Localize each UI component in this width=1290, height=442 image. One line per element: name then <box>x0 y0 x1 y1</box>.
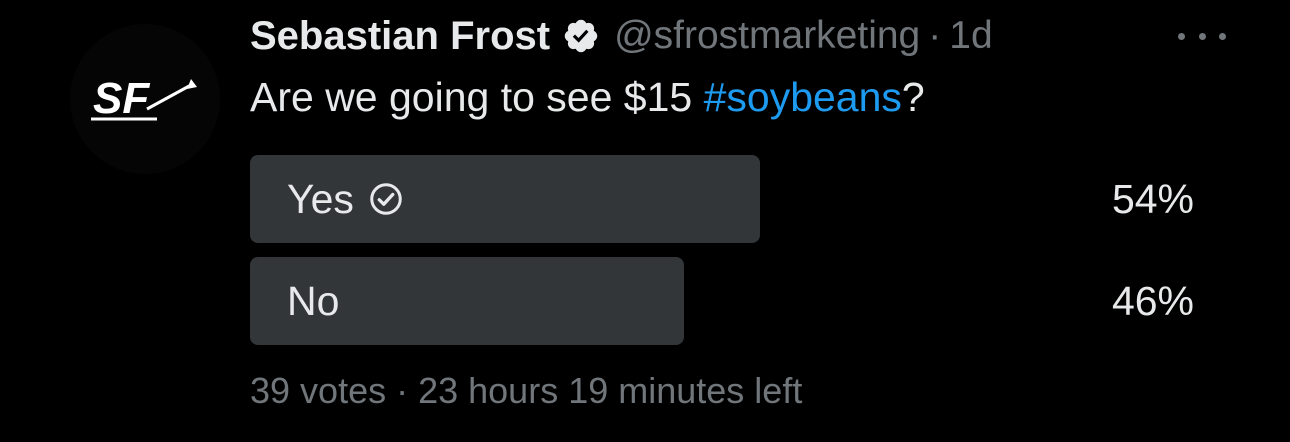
tweet-text-body: Are we going to see $15 <box>250 74 704 120</box>
poll-option-label-container: No <box>287 257 339 345</box>
header-separator: · <box>928 14 942 57</box>
sf-logo-icon: SF <box>91 74 197 123</box>
tweet-header: Sebastian Frost @sfrostmarketing · 1d <box>250 10 1250 62</box>
more-options-icon[interactable] <box>1178 22 1226 50</box>
author-name[interactable]: Sebastian Frost <box>250 14 550 59</box>
poll-option-label-container: Yes <box>287 155 404 243</box>
tweet-age[interactable]: 1d <box>949 14 992 58</box>
poll-option-label: No <box>287 277 340 324</box>
hashtag-link[interactable]: #soybeans <box>704 74 902 120</box>
footer-separator: · <box>396 370 409 411</box>
poll-option: Yes 54% <box>250 155 1194 243</box>
poll-time-left: 23 hours 19 minutes left <box>418 370 803 411</box>
tweet-text-end: ? <box>901 74 925 120</box>
poll-option-percent: 46% <box>1111 277 1194 324</box>
avatar[interactable]: SF <box>70 24 220 174</box>
tweet-text: Are we going to see $15 #soybeans? <box>250 74 925 121</box>
poll-option-label: Yes <box>287 175 354 222</box>
poll-vote-count: 39 votes <box>250 370 387 411</box>
svg-text:SF: SF <box>93 74 150 123</box>
poll-footer: 39 votes · 23 hours 19 minutes left <box>250 370 802 412</box>
check-circle-icon <box>368 181 404 217</box>
verified-badge-icon <box>562 17 600 55</box>
poll-option-percent: 54% <box>1111 175 1194 222</box>
author-handle[interactable]: @sfrostmarketing <box>614 14 920 58</box>
poll-option: No 46% <box>250 257 1194 345</box>
